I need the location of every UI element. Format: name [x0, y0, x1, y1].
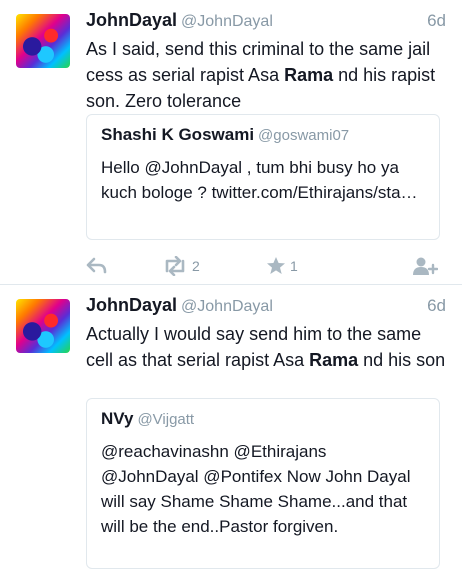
quoted-tweet-header: Shashi K Goswami @goswami07	[101, 125, 349, 145]
quoted-author-name: Shashi K Goswami	[101, 125, 255, 144]
quoted-tweet-text: Hello @JohnDayal , tum bhi busy ho ya ku…	[101, 158, 418, 202]
quoted-tweet[interactable]: NVy @Vijgatt @reachavinashn @Ethirajans @…	[86, 398, 440, 569]
author-handle[interactable]: @JohnDayal	[181, 13, 273, 30]
timestamp[interactable]: 6d	[427, 11, 446, 31]
favorite-count: 1	[290, 258, 298, 274]
follow-button[interactable]	[412, 255, 438, 277]
tweet[interactable]: JohnDayal @JohnDayal 6d As I said, send t…	[0, 0, 462, 285]
tweet-header: JohnDayal @JohnDayal 6d	[86, 10, 446, 34]
tweet-text: As I said, send this criminal to the sam…	[86, 36, 446, 114]
author-name[interactable]: JohnDayal	[86, 295, 177, 315]
quoted-tweet[interactable]: Shashi K Goswami @goswami07 Hello @JohnDa…	[86, 114, 440, 240]
tweet-text: Actually I would say send him to the sam…	[86, 321, 446, 373]
tweet-actions: 2 1	[86, 255, 446, 277]
author-name[interactable]: JohnDayal	[86, 10, 177, 30]
reply-button[interactable]	[86, 255, 108, 277]
retweet-icon	[165, 256, 185, 276]
avatar[interactable]	[16, 14, 70, 68]
follow-icon	[413, 257, 438, 275]
tweet[interactable]: JohnDayal @JohnDayal 6d Actually I would …	[0, 285, 462, 584]
favorite-button[interactable]: 1	[266, 255, 298, 277]
tweet-header: JohnDayal @JohnDayal 6d	[86, 295, 446, 319]
author-handle[interactable]: @JohnDayal	[181, 298, 273, 315]
retweet-count: 2	[192, 258, 200, 274]
quoted-author-handle: @goswami07	[258, 127, 350, 144]
quoted-author-name: NVy	[101, 409, 134, 428]
tweet-text-part: nd his son	[358, 350, 446, 370]
tweet-text-highlight: Rama	[309, 350, 359, 370]
quoted-author-handle: @Vijgatt	[137, 411, 195, 428]
retweet-button[interactable]: 2	[162, 255, 200, 277]
tweet-text-highlight: Rama	[284, 65, 334, 85]
timestamp[interactable]: 6d	[427, 296, 446, 316]
star-icon	[267, 257, 285, 274]
quoted-tweet-header: NVy @Vijgatt	[101, 409, 194, 429]
quoted-tweet-text: @reachavinashn @Ethirajans @JohnDayal @P…	[101, 442, 411, 536]
avatar[interactable]	[16, 299, 70, 353]
reply-icon	[86, 257, 107, 274]
